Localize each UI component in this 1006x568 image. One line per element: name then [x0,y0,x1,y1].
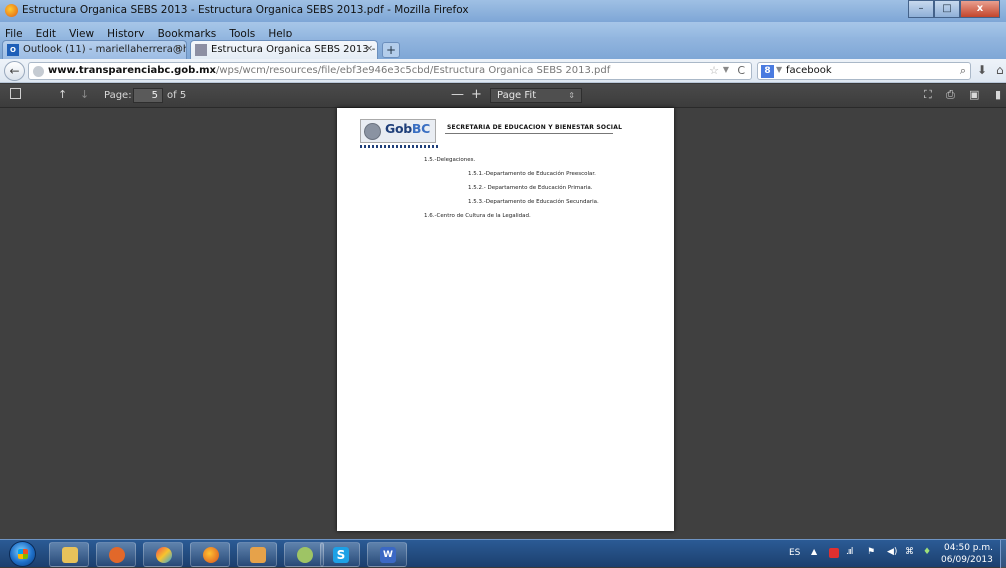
reload-icon[interactable]: C [737,64,745,77]
windows-logo-icon [18,549,28,559]
tab-outlook[interactable]: O Outlook (11) - mariellaherrera@hotm...… [2,40,187,59]
document-line: 1.5.2.- Departamento de Educación Primar… [468,185,593,191]
tray-app-icon[interactable]: ♦ [923,547,931,557]
zoom-value: Page Fit [497,90,537,101]
tab-pdf[interactable]: Estructura Organica SEBS 2013 - Estru...… [190,40,378,59]
presentation-mode-icon[interactable]: ⛶ [924,88,932,102]
taskbar: S W ES ▲ .ııl ⚑ ◀) ⌘ ♦ 04:50 p.m. 06/09/… [0,539,1006,568]
volume-icon[interactable]: ◀) [887,547,897,557]
document-line: 1.5.-Delegaciones. [424,157,476,163]
taskbar-outlook[interactable] [96,542,136,567]
save-icon[interactable]: ▣ [969,88,979,102]
taskbar-explorer[interactable] [49,542,89,567]
language-indicator[interactable]: ES [789,548,800,558]
tab-close-icon[interactable]: × [174,41,182,58]
window-title: Estructura Organica SEBS 2013 - Estructu… [22,4,469,16]
outlook-app-icon [109,547,125,563]
tab-label: Estructura Organica SEBS 2013 - Estru... [211,44,377,55]
skype-icon: S [333,547,349,563]
logo-text: GobBC [385,121,430,136]
show-desktop-button[interactable] [1000,540,1006,568]
zoom-in-button[interactable]: + [471,88,482,102]
clock-time[interactable]: 04:50 p.m. [944,543,993,553]
pdf-icon [195,44,207,56]
menu-bar: File Edit View History Bookmarks Tools H… [0,22,1006,40]
taskbar-skype[interactable]: S [320,542,360,567]
header-rule [445,133,613,134]
word-icon: W [380,547,396,563]
url-text: www.transparenciabc.gob.mx/wps/wcm/resou… [48,65,610,76]
document-line: 1.6.-Centro de Cultura de la Legalidad. [424,213,531,219]
title-bar: Estructura Organica SEBS 2013 - Estructu… [0,0,1006,22]
back-button[interactable]: ← [4,61,25,81]
folder-icon [62,547,78,563]
paint-icon [156,547,172,563]
taskbar-word[interactable]: W [367,542,407,567]
url-bar[interactable]: www.transparenciabc.gob.mx/wps/wcm/resou… [28,62,752,80]
search-engine-dropdown-icon[interactable]: ▼ [776,65,782,74]
antivirus-icon[interactable] [829,548,839,558]
taskbar-paint[interactable] [143,542,183,567]
document-line: 1.5.3.-Departamento de Educación Secunda… [468,199,599,205]
new-tab-button[interactable]: + [382,42,400,58]
pdf-toolbar: ↑ ↓ Page: 5 of 5 — + Page Fit ⇕ ⛶ ⎙ ▣ ▮ [0,84,1006,108]
tab-close-icon[interactable]: × [365,41,373,58]
search-input[interactable]: facebook [786,65,832,76]
network-icon[interactable]: ⌘ [905,547,914,557]
url-dropdown-icon[interactable]: ▼ [723,65,729,74]
close-button[interactable]: x [960,0,1000,18]
mail-icon [250,547,266,563]
tray-expand-icon[interactable]: ▲ [811,547,817,556]
next-page-button[interactable]: ↓ [80,88,89,102]
tab-strip: O Outlook (11) - mariellaherrera@hotm...… [0,37,1006,59]
search-bar[interactable]: 8 ▼ facebook ⌕ [757,62,971,80]
search-engine-icon[interactable]: 8 [761,65,774,78]
search-icon[interactable]: ⌕ [960,64,966,78]
outlook-icon: O [7,44,19,56]
print-icon[interactable]: ⎙ [946,88,955,102]
pdf-viewer[interactable]: GobBC SECRETARIA DE EDUCACION Y BIENESTA… [0,108,1006,539]
start-button[interactable] [9,541,36,567]
home-icon[interactable]: ⌂ [996,63,1004,77]
system-tray: ES ▲ .ııl ⚑ ◀) ⌘ ♦ 04:50 p.m. 06/09/2013 [784,540,1004,568]
clock-date[interactable]: 06/09/2013 [941,555,993,565]
state-seal-icon [364,123,381,140]
maximize-button[interactable]: □ [934,0,960,18]
page-number-input[interactable]: 5 [133,88,163,103]
previous-page-button[interactable]: ↑ [58,88,67,102]
signal-icon[interactable]: .ııl [846,547,853,557]
document-header: SECRETARIA DE EDUCACION Y BIENESTAR SOCI… [447,124,623,131]
minimize-button[interactable]: – [908,0,934,18]
zoom-dropdown-icon: ⇕ [568,91,575,100]
taskbar-firefox[interactable] [190,542,230,567]
bookmark-star-icon[interactable]: ☆ [709,64,719,77]
globe-icon [33,66,44,77]
taskbar-mail[interactable] [237,542,277,567]
bookmark-icon[interactable]: ▮ [995,88,1001,102]
url-path: /wps/wcm/resources/file/ebf3e946e3c5cbd/… [216,65,611,76]
document-line: 1.5.1.-Departamento de Educación Preesco… [468,171,596,177]
firefox-icon [5,4,18,17]
tab-label: Outlook (11) - mariellaherrera@hotm... [23,44,187,55]
action-center-flag-icon[interactable]: ⚑ [867,547,875,557]
logo-text-bc: BC [411,121,431,136]
logo-underline [360,145,438,148]
zoom-out-button[interactable]: — [451,88,464,102]
page-count: of 5 [167,90,187,101]
window-controls: – □ x [908,0,1000,18]
page-label: Page: [104,90,132,101]
taskbar-people[interactable] [284,542,324,567]
zoom-select[interactable]: Page Fit ⇕ [490,88,582,103]
url-domain: www.transparenciabc.gob.mx [48,65,216,76]
pdf-page: GobBC SECRETARIA DE EDUCACION Y BIENESTA… [337,108,674,531]
firefox-app-icon [203,547,219,563]
download-icon[interactable]: ⬇ [977,63,987,77]
navigation-bar: ← www.transparenciabc.gob.mx/wps/wcm/res… [0,59,1006,83]
people-icon [297,547,313,563]
logo-text-gob: Gob [385,121,412,136]
gobbc-logo: GobBC [360,119,436,143]
sidebar-toggle-icon[interactable] [10,88,21,99]
